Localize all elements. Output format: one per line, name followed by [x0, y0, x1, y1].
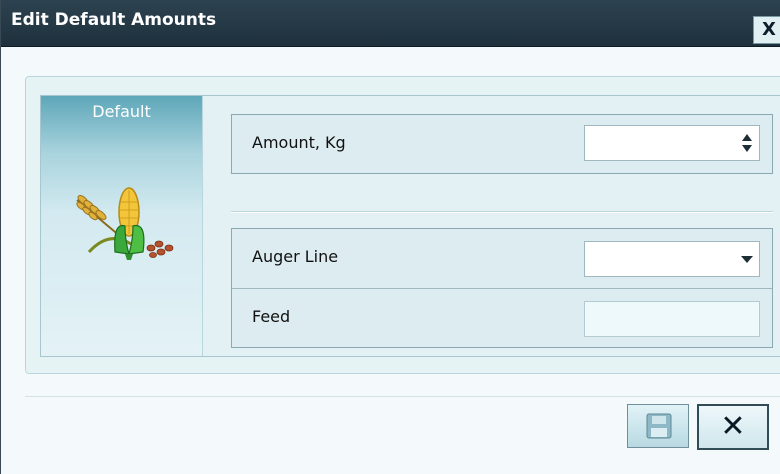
chevron-down-icon[interactable]: [741, 256, 753, 264]
dialog-title: Edit Default Amounts: [11, 10, 217, 30]
amount-label: Amount, Kg: [252, 133, 346, 152]
save-icon: [646, 413, 672, 439]
edit-default-amounts-dialog: Edit Default Amounts X Default Amount, K…: [0, 0, 780, 474]
close-icon: ✕: [720, 409, 746, 444]
crop-icon: [76, 187, 174, 260]
content-panel: Default Amount, Kg Auger Line Feed: [25, 76, 780, 374]
auger-line-label: Auger Line: [252, 247, 339, 266]
side-panel-label: Default: [92, 102, 151, 121]
footer-divider: [25, 396, 780, 397]
default-section: Default Amount, Kg Auger Line Feed: [40, 95, 780, 357]
auger-feed-group: Auger Line Feed: [231, 228, 773, 348]
feed-label: Feed: [252, 307, 291, 326]
title-bar: Edit Default Amounts X: [1, 0, 780, 47]
section-separator: [231, 212, 773, 213]
amount-group: Amount, Kg: [231, 114, 773, 174]
close-button[interactable]: ✕: [697, 404, 769, 450]
auger-line-row: Auger Line: [232, 229, 772, 287]
save-button[interactable]: [627, 404, 689, 448]
stepper-arrows-icon[interactable]: [741, 132, 753, 154]
side-panel: Default: [41, 96, 203, 356]
feed-field: [584, 301, 760, 337]
amount-stepper[interactable]: [584, 125, 760, 161]
auger-line-select[interactable]: [584, 241, 760, 277]
feed-row: Feed: [232, 289, 772, 347]
amount-row: Amount, Kg: [232, 115, 772, 173]
title-close-button[interactable]: X: [753, 16, 780, 44]
